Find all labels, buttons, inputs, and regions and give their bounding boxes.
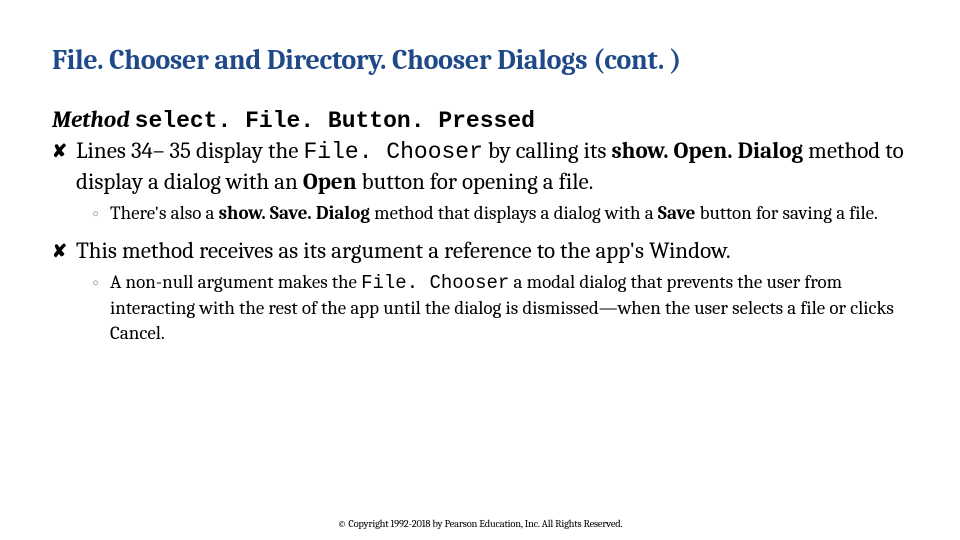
bullet-marker-icon: ✘ — [52, 136, 76, 166]
sub-bullet-marker-icon: ◦ — [92, 270, 110, 295]
t: button for saving a file. — [695, 202, 878, 224]
sub-bullet-item: ◦ A non-null argument makes the File. Ch… — [92, 270, 908, 346]
t: Lines 34– 35 display the — [76, 137, 303, 164]
subhead-label: Method — [52, 106, 135, 133]
copyright-footer: © Copyright 1992-2018 by Pearson Educati… — [0, 518, 960, 530]
bold-span: show. Save. Dialog — [219, 202, 370, 224]
code-span: File. Chooser — [303, 139, 482, 165]
bullet-marker-icon: ✘ — [52, 236, 76, 266]
t: There's also a — [110, 202, 219, 224]
t: method that displays a dialog with a — [370, 202, 658, 224]
code-span: File. Chooser — [361, 272, 509, 294]
subhead-code: select. File. Button. Pressed — [135, 108, 535, 134]
bullet-item: ✘ This method receives as its argument a… — [52, 236, 908, 266]
slide: File. Chooser and Directory. Chooser Dia… — [0, 0, 960, 346]
sub-bullet-item: ◦ There's also a show. Save. Dialog meth… — [92, 201, 908, 226]
method-subheading: Method select. File. Button. Pressed — [52, 106, 908, 134]
bold-span: Open — [303, 168, 357, 195]
bullet-text: This method receives as its argument a r… — [76, 236, 731, 266]
bullet-text: Lines 34– 35 display the File. Chooser b… — [76, 136, 908, 197]
sub-bullet-text: A non-null argument makes the File. Choo… — [110, 270, 908, 346]
bullet-item: ✘ Lines 34– 35 display the File. Chooser… — [52, 136, 908, 197]
t: A non-null argument makes the — [110, 271, 361, 293]
t: by calling its — [483, 137, 612, 164]
bold-span: show. Open. Dialog — [611, 137, 803, 164]
t: button for opening a file. — [357, 168, 594, 195]
sub-bullet-marker-icon: ◦ — [92, 201, 110, 226]
sub-bullet-text: There's also a show. Save. Dialog method… — [110, 201, 878, 226]
bold-span: Save — [658, 202, 696, 224]
slide-title: File. Chooser and Directory. Chooser Dia… — [52, 44, 908, 76]
